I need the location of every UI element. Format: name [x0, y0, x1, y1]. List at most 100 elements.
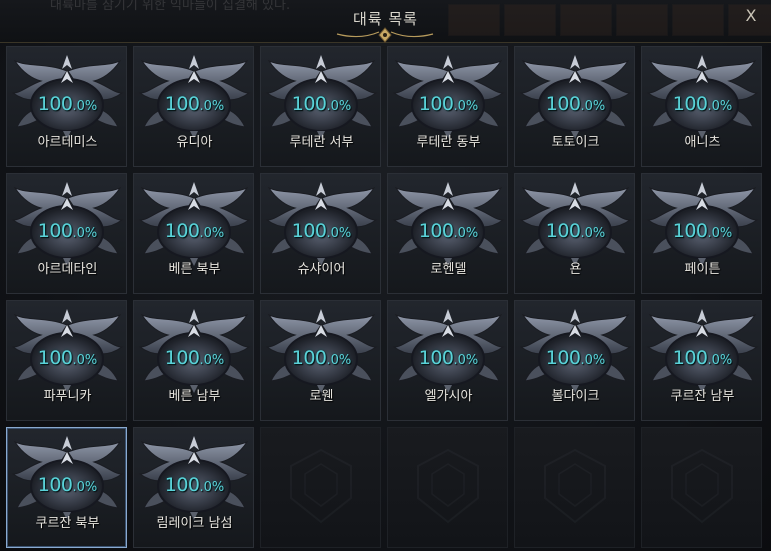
continent-tile[interactable]: 100.0% 애니츠: [641, 46, 762, 167]
completion-percent-decimal: .0%: [707, 226, 733, 241]
title-bar[interactable]: 대륙마를 잠기기 위한 익마들이 집결해 있다. 대륙 목록 X: [0, 0, 771, 43]
continent-tile[interactable]: 100.0% 루테란 서부: [260, 46, 381, 167]
completion-percent-decimal: .0%: [707, 353, 733, 368]
continent-tile[interactable]: 100.0% 아르데타인: [6, 173, 127, 294]
completion-percent-decimal: .0%: [72, 226, 98, 241]
continent-name: 아르테미스: [37, 135, 98, 150]
completion-percent-integer: 100: [37, 347, 73, 369]
continent-name: 욘: [569, 262, 582, 277]
completion-percent: 100.0%: [261, 93, 380, 115]
continent-name: 볼다이크: [551, 389, 600, 404]
continent-name: 아르데타인: [37, 262, 98, 277]
completion-percent: 100.0%: [134, 220, 253, 242]
continent-grid: 100.0% 아르테미스 100.0% 유디아 100.0% 루테란 서부 10…: [6, 46, 762, 548]
continent-name: 로헨델: [430, 262, 467, 277]
continent-name: 쿠르잔 남부: [670, 389, 735, 404]
completion-percent-decimal: .0%: [326, 353, 352, 368]
continent-list-window: 대륙마를 잠기기 위한 익마들이 집결해 있다. 대륙 목록 X 100.0% …: [0, 0, 771, 551]
completion-percent-decimal: .0%: [326, 226, 352, 241]
continent-tile[interactable]: 100.0% 페이튼: [641, 173, 762, 294]
completion-percent-integer: 100: [164, 93, 200, 115]
completion-percent-integer: 100: [545, 220, 581, 242]
completion-percent-decimal: .0%: [72, 353, 98, 368]
completion-percent: 100.0%: [515, 220, 634, 242]
completion-percent: 100.0%: [642, 220, 761, 242]
completion-percent-integer: 100: [164, 474, 200, 496]
continent-tile[interactable]: 100.0% 쿠르잔 북부: [6, 427, 127, 548]
completion-percent-integer: 100: [418, 93, 454, 115]
continent-name: 쿠르잔 북부: [35, 516, 100, 531]
completion-percent: 100.0%: [515, 347, 634, 369]
completion-percent-integer: 100: [164, 220, 200, 242]
continent-tile[interactable]: 100.0% 로웬: [260, 300, 381, 421]
completion-percent-integer: 100: [672, 220, 708, 242]
completion-percent-integer: 100: [291, 347, 327, 369]
completion-percent-integer: 100: [37, 93, 73, 115]
continent-tile[interactable]: 100.0% 아르테미스: [6, 46, 127, 167]
continent-tile[interactable]: 100.0% 로헨델: [387, 173, 508, 294]
completion-percent-decimal: .0%: [199, 353, 225, 368]
continent-tile[interactable]: 100.0% 엘가시아: [387, 300, 508, 421]
continent-name: 림레이크 남섬: [156, 516, 233, 531]
completion-percent-integer: 100: [545, 93, 581, 115]
completion-percent: 100.0%: [261, 220, 380, 242]
completion-percent-decimal: .0%: [453, 226, 479, 241]
completion-percent-decimal: .0%: [453, 99, 479, 114]
continent-tile[interactable]: 100.0% 유디아: [133, 46, 254, 167]
continent-name: 루테란 동부: [416, 135, 481, 150]
completion-percent: 100.0%: [388, 93, 507, 115]
close-button[interactable]: X: [741, 6, 761, 26]
continent-tile[interactable]: 100.0% 쿠르잔 남부: [641, 300, 762, 421]
completion-percent-decimal: .0%: [580, 353, 606, 368]
continent-tile[interactable]: 100.0% 슈샤이어: [260, 173, 381, 294]
empty-slot-crest-icon: [544, 448, 606, 524]
completion-percent-decimal: .0%: [199, 226, 225, 241]
completion-percent: 100.0%: [7, 474, 126, 496]
completion-percent: 100.0%: [642, 93, 761, 115]
empty-slot: [641, 427, 762, 548]
completion-percent-integer: 100: [545, 347, 581, 369]
completion-percent-integer: 100: [418, 220, 454, 242]
empty-slot-crest-icon: [417, 448, 479, 524]
completion-percent: 100.0%: [7, 93, 126, 115]
completion-percent-integer: 100: [418, 347, 454, 369]
continent-name: 루테란 서부: [289, 135, 354, 150]
continent-tile[interactable]: 100.0% 베른 남부: [133, 300, 254, 421]
completion-percent-decimal: .0%: [72, 99, 98, 114]
completion-percent-decimal: .0%: [199, 99, 225, 114]
continent-tile[interactable]: 100.0% 욘: [514, 173, 635, 294]
completion-percent: 100.0%: [642, 347, 761, 369]
empty-slot-crest-icon: [671, 448, 733, 524]
continent-name: 슈샤이어: [297, 262, 346, 277]
continent-name: 애니츠: [684, 135, 721, 150]
continent-name: 엘가시아: [424, 389, 473, 404]
continent-tile[interactable]: 100.0% 볼다이크: [514, 300, 635, 421]
continent-name: 유디아: [176, 135, 213, 150]
empty-slot-crest-icon: [290, 448, 352, 524]
completion-percent: 100.0%: [388, 347, 507, 369]
completion-percent-decimal: .0%: [72, 480, 98, 495]
completion-percent-integer: 100: [164, 347, 200, 369]
completion-percent-integer: 100: [37, 220, 73, 242]
completion-percent: 100.0%: [134, 347, 253, 369]
completion-percent-decimal: .0%: [580, 226, 606, 241]
continent-tile[interactable]: 100.0% 파푸니카: [6, 300, 127, 421]
completion-percent-decimal: .0%: [453, 353, 479, 368]
continent-tile[interactable]: 100.0% 림레이크 남섬: [133, 427, 254, 548]
empty-slot: [387, 427, 508, 548]
empty-slot: [514, 427, 635, 548]
continent-name: 베른 남부: [168, 389, 221, 404]
completion-percent: 100.0%: [7, 220, 126, 242]
completion-percent-integer: 100: [291, 220, 327, 242]
completion-percent-integer: 100: [37, 474, 73, 496]
completion-percent-decimal: .0%: [199, 480, 225, 495]
completion-percent-integer: 100: [672, 93, 708, 115]
continent-tile[interactable]: 100.0% 베른 북부: [133, 173, 254, 294]
continent-tile[interactable]: 100.0% 루테란 동부: [387, 46, 508, 167]
continent-name: 로웬: [309, 389, 334, 404]
continent-tile[interactable]: 100.0% 토토이크: [514, 46, 635, 167]
completion-percent: 100.0%: [388, 220, 507, 242]
completion-percent: 100.0%: [261, 347, 380, 369]
continent-name: 베른 북부: [168, 262, 221, 277]
completion-percent-integer: 100: [672, 347, 708, 369]
